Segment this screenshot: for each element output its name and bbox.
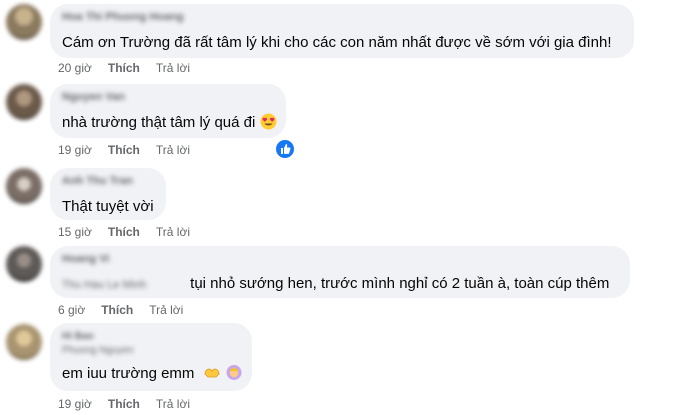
mentioned-user[interactable]: Thu Hau Le Minh (62, 276, 184, 295)
comment-author[interactable]: Hi Bao (62, 330, 240, 343)
like-link[interactable]: Thích (108, 225, 140, 239)
comment-text: Cám ơn Trường đã rất tâm lý khi cho các … (62, 34, 612, 51)
comment-author[interactable]: Hoa Thi Phuong Hoang (62, 11, 622, 24)
comment-text: Thật tuyệt vời (62, 198, 154, 215)
person-with-crown-icon (225, 363, 243, 386)
comment-author[interactable]: Nguyen Van (62, 91, 274, 104)
like-link[interactable]: Thích (108, 61, 140, 75)
comment-text: tụi nhỏ sướng hen, trước mình nghỉ có 2 … (190, 275, 610, 292)
comment-time[interactable]: 19 giờ (58, 143, 92, 157)
reply-link[interactable]: Trả lời (156, 61, 190, 75)
reply-link[interactable]: Trả lời (156, 225, 190, 239)
comment-time[interactable]: 20 giờ (58, 61, 92, 75)
comment-bubble: Hoang Vi Thu Hau Le Minh tụi nhỏ sướng h… (50, 246, 630, 298)
avatar[interactable] (6, 246, 42, 282)
like-reaction-icon[interactable] (274, 138, 296, 160)
comment-text-row: Thu Hau Le Minh tụi nhỏ sướng hen, trước… (62, 274, 618, 295)
heart-hands-icon (203, 365, 221, 386)
comment-bubble: Hi Bao Phuong Nguyen em iuu trường emm (50, 323, 252, 391)
comment-text: nhà trường thật tâm lý quá đi (62, 114, 256, 131)
reply-link[interactable]: Trả lời (156, 397, 190, 411)
comment-text-row: nhà trường thật tâm lý quá đi (62, 113, 277, 135)
comment-author[interactable]: Hoang Vi (62, 253, 618, 266)
comment-actions: 20 giờ Thích Trả lời (58, 61, 190, 75)
like-link[interactable]: Thích (108, 397, 140, 411)
heart-eyes-face-icon (260, 113, 277, 135)
reply-link[interactable]: Trả lời (156, 143, 190, 157)
comment-author-secondary: Phuong Nguyen (62, 345, 134, 356)
comment-actions: 19 giờ Thích Trả lời (58, 397, 190, 411)
like-link[interactable]: Thích (108, 143, 140, 157)
comment-bubble: Nguyen Van nhà trường thật tâm lý quá đi (50, 84, 286, 138)
avatar[interactable] (6, 4, 42, 40)
comment-actions: 6 giờ Thích Trả lời (58, 303, 183, 317)
comment-text: em iuu trường emm (62, 365, 195, 382)
avatar[interactable] (6, 84, 42, 120)
comment-time[interactable]: 19 giờ (58, 397, 92, 411)
avatar[interactable] (6, 168, 42, 204)
reply-link[interactable]: Trả lời (149, 303, 183, 317)
comment-time[interactable]: 6 giờ (58, 303, 85, 317)
comment-actions: 15 giờ Thích Trả lời (58, 225, 190, 239)
comment-time[interactable]: 15 giờ (58, 225, 92, 239)
comment-bubble: Anh Thu Tran Thật tuyệt vời (50, 168, 166, 220)
comment-author[interactable]: Anh Thu Tran (62, 175, 154, 188)
like-link[interactable]: Thích (101, 303, 133, 317)
comment-actions: 19 giờ Thích Trả lời (58, 143, 190, 157)
comment-text-row: em iuu trường emm (62, 363, 243, 386)
comment-bubble: Hoa Thi Phuong Hoang Cám ơn Trường đã rấ… (50, 4, 634, 58)
avatar[interactable] (6, 324, 42, 360)
